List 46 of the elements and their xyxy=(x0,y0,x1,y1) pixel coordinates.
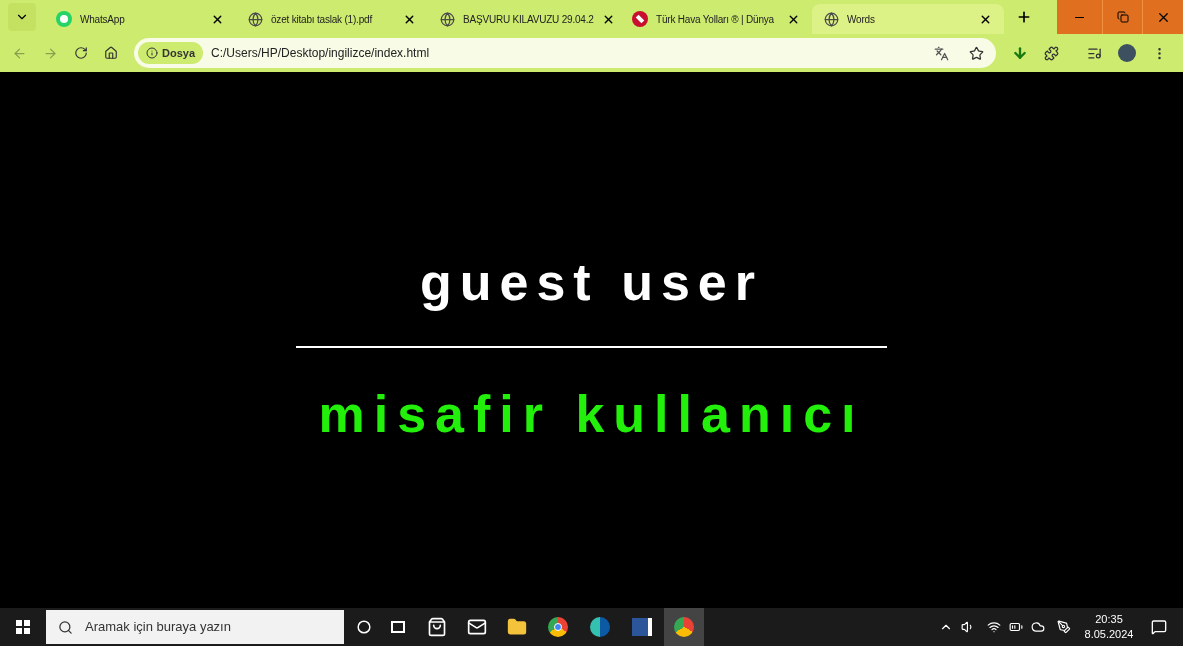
browser-tab[interactable]: özet kitabı taslak (1).pdf xyxy=(236,4,428,34)
word-translation: misafir kullanıcı xyxy=(318,388,865,440)
url-text: C:/Users/HP/Desktop/ingilizce/index.html xyxy=(211,45,431,62)
folder-icon[interactable] xyxy=(507,617,527,637)
tab-title: WhatsApp xyxy=(80,12,126,27)
bookmark-star-icon[interactable] xyxy=(969,45,984,61)
browser-tab[interactable]: Words xyxy=(812,4,1004,34)
profile-avatar[interactable] xyxy=(1118,44,1136,62)
reload-icon[interactable] xyxy=(74,46,88,60)
browser-tab[interactable]: Türk Hava Yolları ® | Dünya xyxy=(620,4,812,34)
browser-icon[interactable] xyxy=(548,617,568,637)
notifications-icon[interactable] xyxy=(1151,619,1167,635)
file-badge[interactable]: Dosya xyxy=(138,42,204,64)
tab-title: özet kitabı taslak (1).pdf xyxy=(271,12,374,27)
globe-icon xyxy=(248,11,263,27)
tab-title: Words xyxy=(847,12,876,27)
clock[interactable]: 20:35 8.05.2024 xyxy=(1083,612,1135,642)
extensions-icon[interactable] xyxy=(1044,45,1059,61)
close-button[interactable] xyxy=(1143,0,1183,34)
home-icon[interactable] xyxy=(104,46,118,60)
new-tab-icon[interactable] xyxy=(1016,9,1032,25)
cortana-icon[interactable] xyxy=(357,620,371,634)
pen-icon[interactable] xyxy=(1057,620,1071,634)
battery-icon[interactable] xyxy=(1009,620,1023,634)
store-icon[interactable] xyxy=(427,617,447,637)
search-placeholder: Aramak için buraya yazın xyxy=(85,618,231,637)
tab-title: BAŞVURU KILAVUZU 29.04.2 xyxy=(463,12,594,27)
browser-tab[interactable]: WhatsApp xyxy=(44,4,236,34)
active-browser-button[interactable] xyxy=(664,608,704,646)
search-icon xyxy=(58,619,73,635)
globe-icon xyxy=(440,11,455,27)
cloud-icon[interactable] xyxy=(1031,620,1045,634)
globe-icon xyxy=(824,11,839,27)
taskbar-search-field[interactable]: Aramak için buraya yazın xyxy=(46,610,344,644)
task-view-icon[interactable] xyxy=(391,621,405,633)
restore-button[interactable] xyxy=(1103,0,1143,34)
restore-icon xyxy=(1116,11,1129,23)
media-icon[interactable] xyxy=(1087,45,1102,61)
browser-tab[interactable]: BAŞVURU KILAVUZU 29.04.2 xyxy=(428,4,620,34)
minimize-icon xyxy=(1075,16,1084,18)
wifi-icon[interactable] xyxy=(987,620,1001,634)
download-icon[interactable] xyxy=(1012,45,1028,61)
address-field[interactable]: Dosya C:/Users/HP/Desktop/ingilizce/index.html xyxy=(134,38,996,68)
tab-title: Türk Hava Yolları ® | Dünya xyxy=(656,12,775,27)
translate-icon[interactable] xyxy=(934,45,949,61)
mail-icon[interactable] xyxy=(467,617,487,637)
